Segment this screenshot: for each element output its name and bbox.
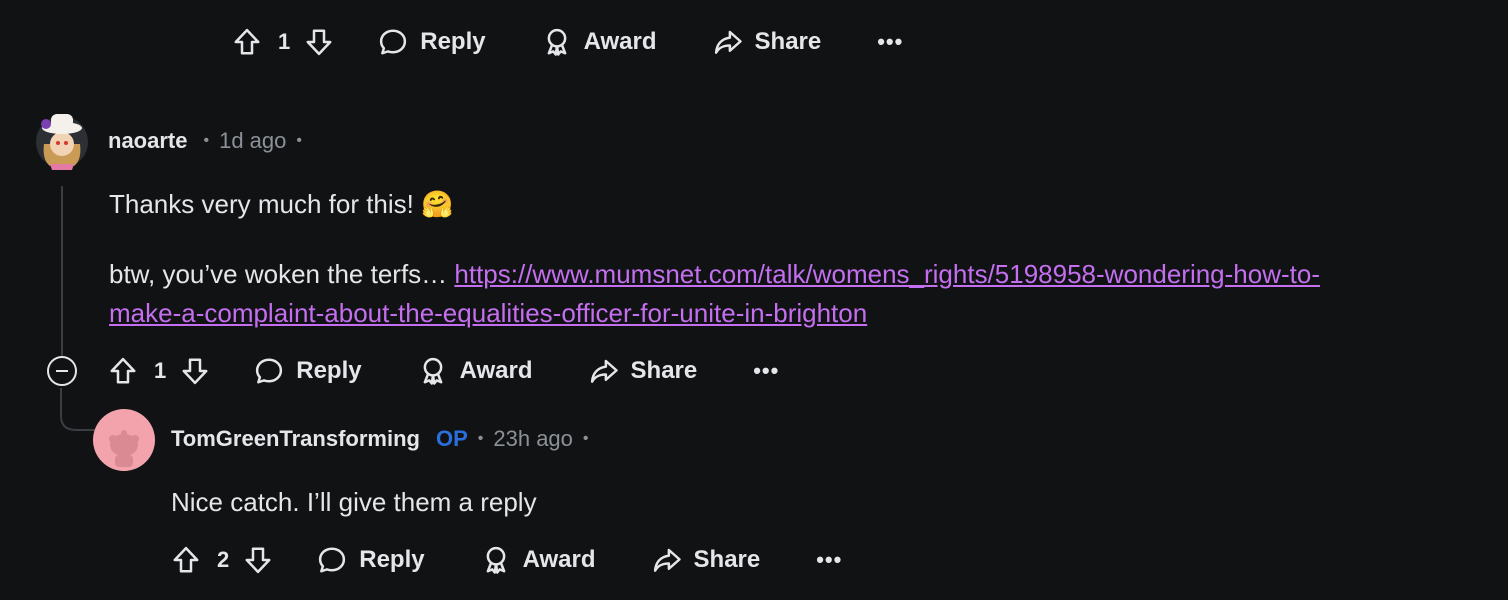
comment-text: btw, you’ve woken the terfs… xyxy=(109,259,455,289)
vote-count: 1 xyxy=(154,358,167,383)
separator-dot: • xyxy=(203,132,210,149)
upvote-icon[interactable] xyxy=(232,22,262,62)
comment-body: Thanks very much for this! 🤗 btw, you’ve… xyxy=(109,185,1469,333)
reply-button[interactable]: Reply xyxy=(254,351,362,391)
separator-dot: • xyxy=(582,430,589,447)
separator-dot: • xyxy=(477,430,484,447)
share-button[interactable]: Share xyxy=(713,22,821,62)
award-icon xyxy=(542,27,572,57)
username[interactable]: TomGreenTransforming xyxy=(171,426,420,452)
avatar[interactable] xyxy=(34,108,90,170)
username[interactable]: naoarte xyxy=(108,128,187,154)
more-options-icon[interactable]: ••• xyxy=(753,351,779,391)
vote-count: 1 xyxy=(278,29,291,54)
comment-text-line: btw, you’ve woken the terfs… https://www… xyxy=(109,255,1469,333)
top-action-bar: 1 Reply Award Share ••• xyxy=(232,22,903,62)
downvote-icon[interactable] xyxy=(243,540,273,580)
timestamp[interactable]: 23h ago xyxy=(493,426,573,452)
upvote-icon[interactable] xyxy=(171,540,201,580)
reply-icon xyxy=(317,545,347,575)
share-icon xyxy=(589,356,619,386)
timestamp[interactable]: 1d ago xyxy=(219,128,286,154)
collapse-icon xyxy=(47,356,77,386)
vote-count: 2 xyxy=(217,547,230,572)
downvote-icon[interactable] xyxy=(180,351,210,391)
share-button[interactable]: Share xyxy=(589,351,697,391)
comment-text-line: Thanks very much for this! 🤗 xyxy=(109,189,454,219)
thread-line xyxy=(61,186,63,356)
award-button[interactable]: Award xyxy=(418,351,533,391)
award-icon xyxy=(418,356,448,386)
award-button[interactable]: Award xyxy=(542,22,657,62)
comment-text-line: Nice catch. I’ll give them a reply xyxy=(171,487,537,517)
comment-header: naoarte • 1d ago • xyxy=(108,128,312,154)
upvote-icon[interactable] xyxy=(108,351,138,391)
avatar[interactable] xyxy=(93,409,155,471)
award-button[interactable]: Award xyxy=(481,540,596,580)
reply-icon xyxy=(254,356,284,386)
comment-header: TomGreenTransforming OP • 23h ago • xyxy=(171,426,599,452)
reply-button[interactable]: Reply xyxy=(317,540,425,580)
share-button[interactable]: Share xyxy=(652,540,760,580)
collapse-button[interactable] xyxy=(46,355,78,387)
reply-button[interactable]: Reply xyxy=(378,22,486,62)
separator-dot: • xyxy=(296,132,302,149)
comment1-action-bar: 1 Reply Award Share ••• xyxy=(108,351,779,391)
share-icon xyxy=(713,27,743,57)
comment2-action-bar: 2 Reply Award Share ••• xyxy=(171,540,842,580)
reply-icon xyxy=(378,27,408,57)
more-options-icon[interactable]: ••• xyxy=(816,540,842,580)
more-options-icon[interactable]: ••• xyxy=(877,22,903,62)
downvote-icon[interactable] xyxy=(304,22,334,62)
award-icon xyxy=(481,545,511,575)
op-badge: OP xyxy=(435,426,468,451)
comment-body: Nice catch. I’ll give them a reply xyxy=(171,483,537,522)
share-icon xyxy=(652,545,682,575)
